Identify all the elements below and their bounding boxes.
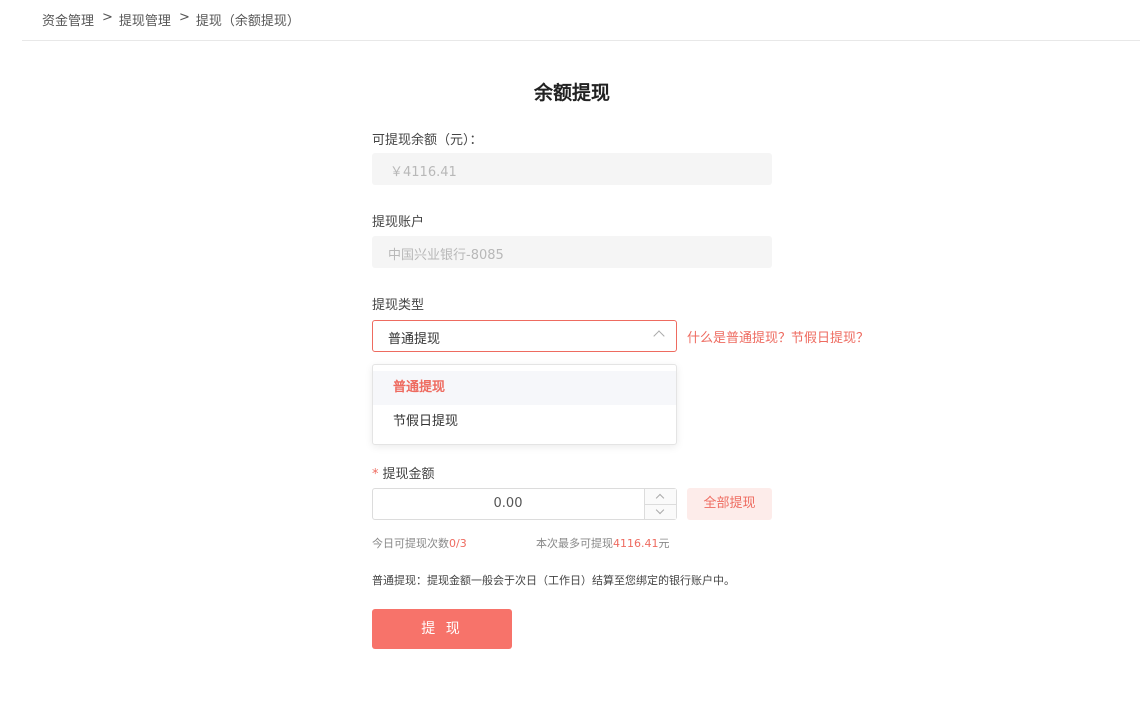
account-value: 中国兴业银行-8085 <box>388 248 504 263</box>
daily-limit-count: 0/3 <box>449 537 467 550</box>
withdraw-type-selected: 普通提现 <box>388 332 441 347</box>
breadcrumb-separator: > <box>102 10 113 25</box>
withdraw-type-select[interactable]: 普通提现 <box>372 320 677 352</box>
amount-input[interactable]: 0.00 <box>372 488 677 520</box>
chevron-up-icon <box>655 493 665 503</box>
amount-value[interactable]: 0.00 <box>373 496 643 511</box>
max-amount-text: 本次最多可提现4116.41元 <box>536 535 670 551</box>
breadcrumb-separator: > <box>178 10 190 25</box>
chevron-up-icon <box>653 330 665 342</box>
account-label: 提现账户 <box>372 215 425 230</box>
dropdown-option-normal[interactable]: 普通提现 <box>373 371 676 405</box>
withdraw-note: 普通提现：提现金额一般会于次日（工作日）结算至您绑定的银行账户中。 <box>372 574 735 587</box>
breadcrumb-item-withdraw-management[interactable]: 提现管理 <box>119 10 171 29</box>
withdraw-type-dropdown: 普通提现 节假日提现 <box>372 364 677 445</box>
withdraw-type-help-link[interactable]: 什么是普通提现？节假日提现？ <box>687 327 869 346</box>
submit-withdraw-button[interactable]: 提 现 <box>372 609 512 649</box>
required-mark: * <box>372 467 379 482</box>
header-divider <box>22 40 1140 41</box>
balance-label: 可提现余额（元）： <box>372 133 483 148</box>
balance-field: ￥4116.41 <box>372 153 772 185</box>
withdraw-type-label: 提现类型 <box>372 298 425 313</box>
increment-button[interactable] <box>645 489 676 505</box>
breadcrumb-item-current: 提现（余额提现） <box>195 14 300 29</box>
chevron-down-icon <box>655 505 665 515</box>
decrement-button[interactable] <box>645 504 676 519</box>
withdraw-all-button[interactable]: 全部提现 <box>687 488 772 520</box>
balance-value: ￥4116.41 <box>390 165 457 180</box>
page-title: 余额提现 <box>533 82 610 104</box>
amount-label: 提现金额 <box>382 467 435 482</box>
daily-limit-prefix: 今日可提现次数 <box>372 537 449 550</box>
daily-limit-text: 今日可提现次数0/3 <box>372 535 467 551</box>
account-field: 中国兴业银行-8085 <box>372 236 772 268</box>
amount-label-row: * 提现金额 <box>372 463 435 482</box>
breadcrumb-item-fund-management[interactable]: 资金管理 <box>42 10 94 29</box>
breadcrumb: 资金管理 > 提现管理 > 提现（余额提现） <box>42 10 300 29</box>
max-amount-unit: 元 <box>658 537 670 550</box>
amount-stepper <box>644 489 676 519</box>
max-amount-value: 4116.41 <box>613 537 659 550</box>
dropdown-option-holiday[interactable]: 节假日提现 <box>373 405 676 439</box>
max-amount-prefix: 本次最多可提现 <box>536 537 613 550</box>
